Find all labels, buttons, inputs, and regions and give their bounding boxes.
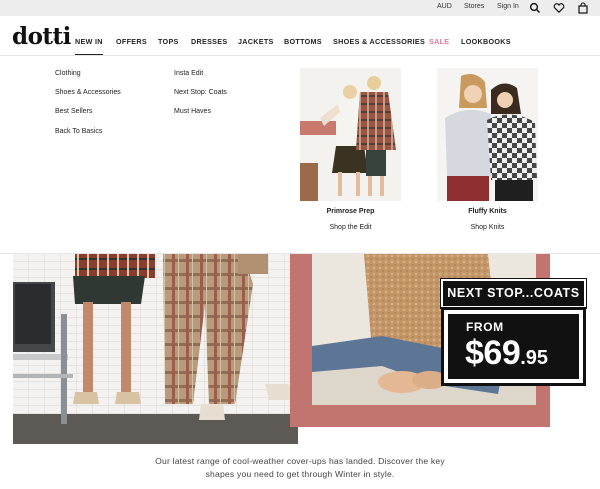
promo-cta-shop-the-edit[interactable]: Shop the Edit	[300, 224, 401, 231]
nav-jackets[interactable]: JACKETS	[238, 37, 274, 46]
currency-selector[interactable]: AUD	[437, 3, 452, 10]
nav-sale[interactable]: SALE	[429, 37, 449, 46]
logo-registered-mark: ®	[53, 37, 56, 42]
nav-tops[interactable]: TOPS	[158, 37, 179, 46]
price-from-label: FROM	[466, 320, 504, 334]
promo-title-fluffy-knits[interactable]: Fluffy Knits	[437, 208, 538, 215]
menu-link-shoes-accessories[interactable]: Shoes & Accessories	[55, 89, 121, 96]
menu-link-must-haves[interactable]: Must Haves	[174, 108, 211, 115]
hero-left-image[interactable]	[13, 254, 298, 444]
price-badge[interactable]: FROM $69.95	[441, 307, 586, 386]
nav-lookbooks[interactable]: LOOKBOOKS	[461, 37, 511, 46]
search-icon[interactable]	[529, 2, 541, 14]
primrose-prep-image[interactable]	[300, 68, 401, 201]
price-amount: $69.95	[465, 334, 548, 377]
hero-left-photo	[13, 254, 298, 444]
dotti-logo[interactable]: dotti	[12, 23, 71, 50]
bag-icon[interactable]	[577, 2, 589, 14]
price-badge-inner: FROM $69.95	[448, 314, 579, 379]
nav-dresses[interactable]: DRESSES	[191, 37, 227, 46]
price-dollars: $69	[465, 334, 521, 372]
utility-bar: AUD Stores Sign In	[0, 0, 600, 16]
fluffy-knits-image[interactable]	[437, 68, 538, 201]
menu-link-clothing[interactable]: Clothing	[55, 70, 81, 77]
hero-tagline: Our latest range of cool-weather cover-u…	[155, 456, 445, 479]
next-stop-coats-headline[interactable]: NEXT STOP...COATS	[440, 278, 587, 309]
menu-link-next-stop-coats[interactable]: Next Stop: Coats	[174, 89, 227, 96]
stores-link[interactable]: Stores	[464, 3, 484, 10]
promo-cta-shop-knits[interactable]: Shop Knits	[437, 224, 538, 231]
new-in-mega-menu: Clothing Shoes & Accessories Best Seller…	[0, 57, 600, 254]
main-navigation: dotti ® NEW IN OFFERS TOPS DRESSES JACKE…	[0, 16, 600, 56]
menu-link-best-sellers[interactable]: Best Sellers	[55, 108, 92, 115]
nav-shoes-accessories[interactable]: SHOES & ACCESSORIES	[333, 37, 425, 46]
menu-link-insta-edit[interactable]: Insta Edit	[174, 70, 203, 77]
nav-bottoms[interactable]: BOTTOMS	[284, 37, 322, 46]
price-cents: .95	[520, 347, 549, 369]
menu-link-back-to-basics[interactable]: Back To Basics	[55, 128, 102, 135]
heart-icon[interactable]	[553, 2, 565, 14]
fluffy-knits-photo	[437, 68, 538, 201]
nav-new-in[interactable]: NEW IN	[75, 37, 103, 55]
nav-offers[interactable]: OFFERS	[116, 37, 147, 46]
promo-title-primrose-prep[interactable]: Primrose Prep	[300, 208, 401, 215]
primrose-prep-photo	[300, 68, 401, 201]
sign-in-link[interactable]: Sign In	[497, 3, 519, 10]
